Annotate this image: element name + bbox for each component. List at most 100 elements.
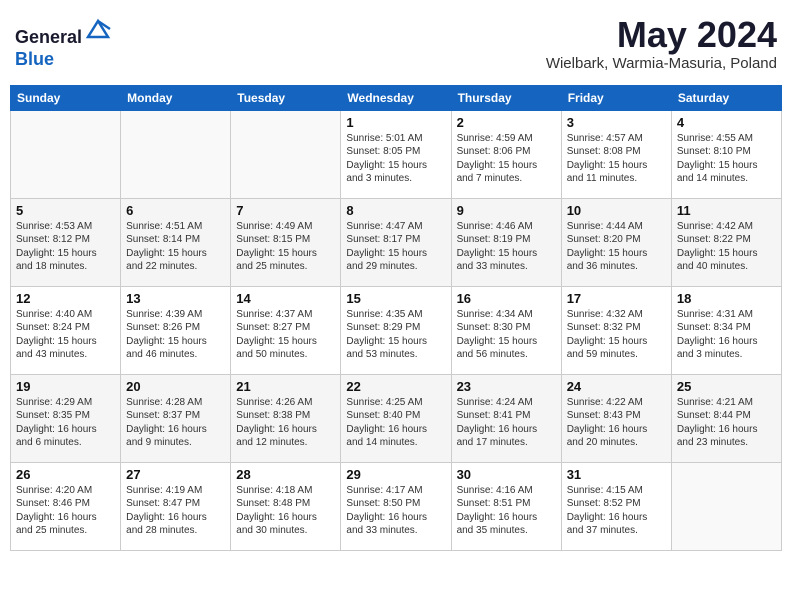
day-number: 17: [567, 291, 666, 306]
day-info: Sunrise: 4:25 AM Sunset: 8:40 PM Dayligh…: [346, 396, 445, 450]
week-row-1: 1 Sunrise: 5:01 AM Sunset: 8:05 PM Daylig…: [11, 110, 782, 198]
calendar-cell: 28Sunrise: 4:18 AM Sunset: 8:48 PM Dayli…: [231, 462, 341, 550]
calendar-cell: [121, 110, 231, 198]
day-info: Sunrise: 4:39 AM Sunset: 8:26 PM Dayligh…: [126, 308, 225, 362]
day-number: 21: [236, 379, 335, 394]
calendar-cell: 5Sunrise: 4:53 AM Sunset: 8:12 PM Daylig…: [11, 198, 121, 286]
day-info: Sunrise: 4:19 AM Sunset: 8:47 PM Dayligh…: [126, 484, 225, 538]
day-number: 8: [346, 203, 445, 218]
day-number: 24: [567, 379, 666, 394]
day-number: 4: [677, 115, 776, 130]
location: Wielbark, Warmia-Masuria, Poland: [546, 55, 777, 72]
page-header: General Blue May 2024 Wielbark, Warmia-M…: [10, 10, 782, 77]
calendar-cell: 25 Sunrise: 4:21 AM Sunset: 8:44 PM Dayli…: [671, 374, 781, 462]
header-day-wednesday: Wednesday: [341, 85, 451, 110]
calendar-cell: 9Sunrise: 4:46 AM Sunset: 8:19 PM Daylig…: [451, 198, 561, 286]
day-number: 30: [457, 467, 556, 482]
day-number: 31: [567, 467, 666, 482]
calendar-table: SundayMondayTuesdayWednesdayThursdayFrid…: [10, 85, 782, 551]
day-info: Sunrise: 4:22 AM Sunset: 8:43 PM Dayligh…: [567, 396, 666, 450]
header-day-friday: Friday: [561, 85, 671, 110]
calendar-cell: 11 Sunrise: 4:42 AM Sunset: 8:22 PM Dayli…: [671, 198, 781, 286]
calendar-cell: 10 Sunrise: 4:44 AM Sunset: 8:20 PM Dayli…: [561, 198, 671, 286]
day-number: 28: [236, 467, 335, 482]
day-number: 15: [346, 291, 445, 306]
week-row-2: 5Sunrise: 4:53 AM Sunset: 8:12 PM Daylig…: [11, 198, 782, 286]
calendar-cell: 3 Sunrise: 4:57 AM Sunset: 8:08 PM Daylig…: [561, 110, 671, 198]
day-info: Sunrise: 4:24 AM Sunset: 8:41 PM Dayligh…: [457, 396, 556, 450]
calendar-cell: 13Sunrise: 4:39 AM Sunset: 8:26 PM Dayli…: [121, 286, 231, 374]
day-number: 6: [126, 203, 225, 218]
day-number: 11: [677, 203, 776, 218]
calendar-cell: 17 Sunrise: 4:32 AM Sunset: 8:32 PM Dayli…: [561, 286, 671, 374]
calendar-cell: 7 Sunrise: 4:49 AM Sunset: 8:15 PM Daylig…: [231, 198, 341, 286]
calendar-cell: 30 Sunrise: 4:16 AM Sunset: 8:51 PM Dayli…: [451, 462, 561, 550]
month-title: May 2024: [546, 15, 777, 55]
logo: General Blue: [15, 15, 112, 70]
calendar-cell: 14Sunrise: 4:37 AM Sunset: 8:27 PM Dayli…: [231, 286, 341, 374]
day-info: Sunrise: 4:32 AM Sunset: 8:32 PM Dayligh…: [567, 308, 666, 362]
day-info: Sunrise: 4:15 AM Sunset: 8:52 PM Dayligh…: [567, 484, 666, 538]
day-info: Sunrise: 4:17 AM Sunset: 8:50 PM Dayligh…: [346, 484, 445, 538]
calendar-cell: 16 Sunrise: 4:34 AM Sunset: 8:30 PM Dayli…: [451, 286, 561, 374]
day-number: 10: [567, 203, 666, 218]
day-number: 2: [457, 115, 556, 130]
header-row: SundayMondayTuesdayWednesdayThursdayFrid…: [11, 85, 782, 110]
calendar-cell: [231, 110, 341, 198]
calendar-cell: [671, 462, 781, 550]
day-info: Sunrise: 4:42 AM Sunset: 8:22 PM Dayligh…: [677, 220, 776, 274]
day-info: Sunrise: 4:37 AM Sunset: 8:27 PM Dayligh…: [236, 308, 335, 362]
day-number: 7: [236, 203, 335, 218]
day-info: Sunrise: 4:31 AM Sunset: 8:34 PM Dayligh…: [677, 308, 776, 362]
day-number: 19: [16, 379, 115, 394]
header-day-sunday: Sunday: [11, 85, 121, 110]
day-info: Sunrise: 4:40 AM Sunset: 8:24 PM Dayligh…: [16, 308, 115, 362]
day-number: 3: [567, 115, 666, 130]
day-info: Sunrise: 4:28 AM Sunset: 8:37 PM Dayligh…: [126, 396, 225, 450]
day-info: Sunrise: 4:53 AM Sunset: 8:12 PM Dayligh…: [16, 220, 115, 274]
logo-icon: [84, 15, 112, 43]
calendar-cell: 8 Sunrise: 4:47 AM Sunset: 8:17 PM Daylig…: [341, 198, 451, 286]
day-number: 29: [346, 467, 445, 482]
header-day-thursday: Thursday: [451, 85, 561, 110]
calendar-cell: 19Sunrise: 4:29 AM Sunset: 8:35 PM Dayli…: [11, 374, 121, 462]
calendar-cell: 23 Sunrise: 4:24 AM Sunset: 8:41 PM Dayli…: [451, 374, 561, 462]
calendar-cell: 12 Sunrise: 4:40 AM Sunset: 8:24 PM Dayli…: [11, 286, 121, 374]
day-info: Sunrise: 4:35 AM Sunset: 8:29 PM Dayligh…: [346, 308, 445, 362]
day-number: 1: [346, 115, 445, 130]
day-info: Sunrise: 5:01 AM Sunset: 8:05 PM Dayligh…: [346, 132, 445, 186]
day-info: Sunrise: 4:57 AM Sunset: 8:08 PM Dayligh…: [567, 132, 666, 186]
day-number: 16: [457, 291, 556, 306]
day-info: Sunrise: 4:49 AM Sunset: 8:15 PM Dayligh…: [236, 220, 335, 274]
day-info: Sunrise: 4:20 AM Sunset: 8:46 PM Dayligh…: [16, 484, 115, 538]
calendar-cell: 6 Sunrise: 4:51 AM Sunset: 8:14 PM Daylig…: [121, 198, 231, 286]
day-number: 25: [677, 379, 776, 394]
week-row-4: 19Sunrise: 4:29 AM Sunset: 8:35 PM Dayli…: [11, 374, 782, 462]
day-info: Sunrise: 4:34 AM Sunset: 8:30 PM Dayligh…: [457, 308, 556, 362]
day-info: Sunrise: 4:51 AM Sunset: 8:14 PM Dayligh…: [126, 220, 225, 274]
day-number: 23: [457, 379, 556, 394]
day-number: 12: [16, 291, 115, 306]
calendar-cell: 1 Sunrise: 5:01 AM Sunset: 8:05 PM Daylig…: [341, 110, 451, 198]
calendar-cell: 4Sunrise: 4:55 AM Sunset: 8:10 PM Daylig…: [671, 110, 781, 198]
week-row-3: 12 Sunrise: 4:40 AM Sunset: 8:24 PM Dayli…: [11, 286, 782, 374]
calendar-cell: 26Sunrise: 4:20 AM Sunset: 8:46 PM Dayli…: [11, 462, 121, 550]
calendar-cell: 24 Sunrise: 4:22 AM Sunset: 8:43 PM Dayli…: [561, 374, 671, 462]
title-section: May 2024 Wielbark, Warmia-Masuria, Polan…: [546, 15, 777, 72]
calendar-cell: 21Sunrise: 4:26 AM Sunset: 8:38 PM Dayli…: [231, 374, 341, 462]
day-info: Sunrise: 4:59 AM Sunset: 8:06 PM Dayligh…: [457, 132, 556, 186]
header-day-monday: Monday: [121, 85, 231, 110]
day-info: Sunrise: 4:21 AM Sunset: 8:44 PM Dayligh…: [677, 396, 776, 450]
calendar-cell: 15 Sunrise: 4:35 AM Sunset: 8:29 PM Dayli…: [341, 286, 451, 374]
header-day-saturday: Saturday: [671, 85, 781, 110]
day-info: Sunrise: 4:46 AM Sunset: 8:19 PM Dayligh…: [457, 220, 556, 274]
calendar-cell: 2 Sunrise: 4:59 AM Sunset: 8:06 PM Daylig…: [451, 110, 561, 198]
day-info: Sunrise: 4:16 AM Sunset: 8:51 PM Dayligh…: [457, 484, 556, 538]
day-info: Sunrise: 4:47 AM Sunset: 8:17 PM Dayligh…: [346, 220, 445, 274]
logo-blue: Blue: [15, 49, 54, 69]
header-day-tuesday: Tuesday: [231, 85, 341, 110]
calendar-cell: 18Sunrise: 4:31 AM Sunset: 8:34 PM Dayli…: [671, 286, 781, 374]
calendar-cell: 22Sunrise: 4:25 AM Sunset: 8:40 PM Dayli…: [341, 374, 451, 462]
day-info: Sunrise: 4:44 AM Sunset: 8:20 PM Dayligh…: [567, 220, 666, 274]
day-number: 20: [126, 379, 225, 394]
